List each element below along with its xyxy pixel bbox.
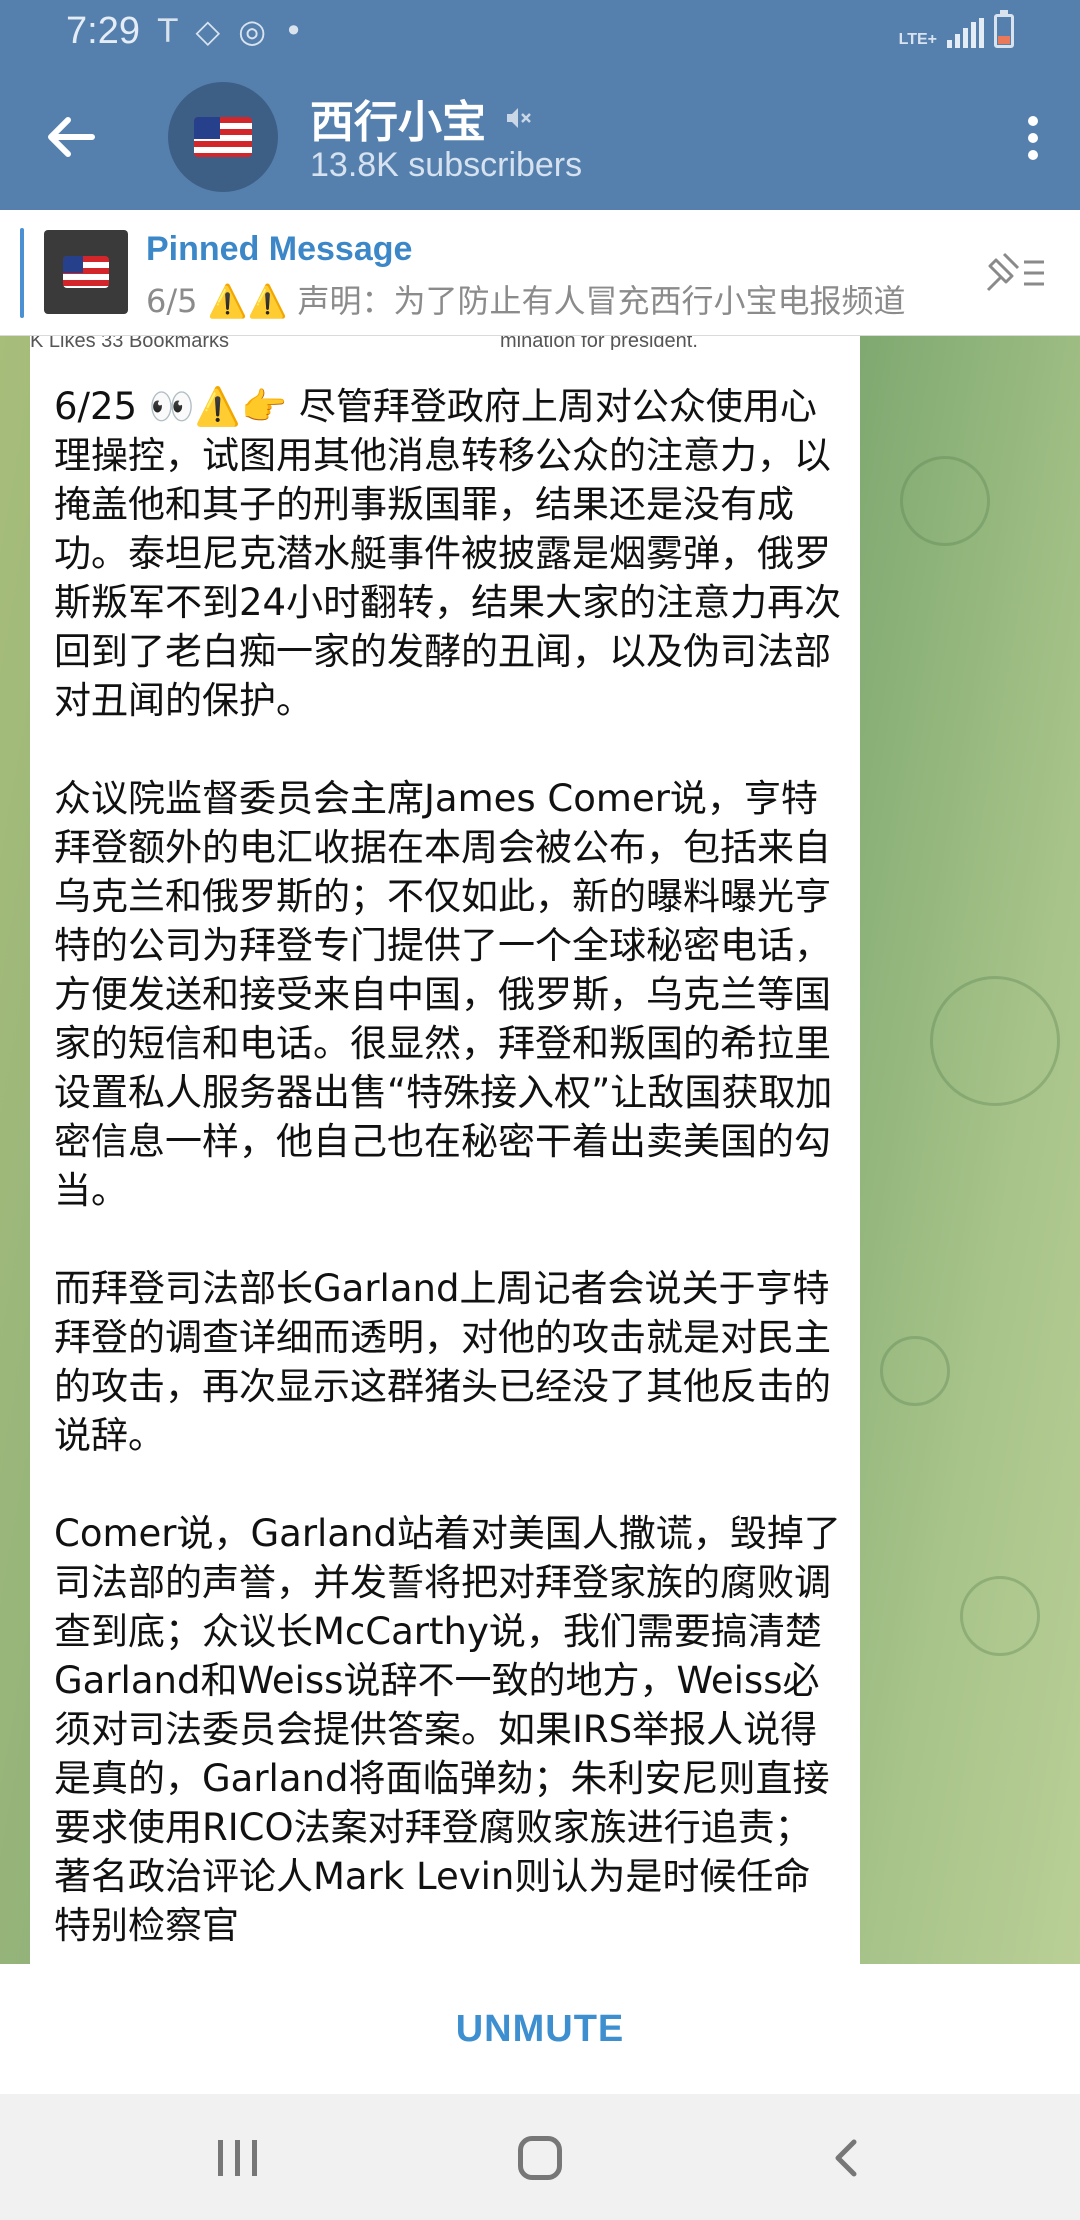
unpin-button[interactable] [982, 248, 1048, 298]
back-button[interactable] [40, 106, 102, 168]
message-text: 6/25 👀⚠️👉 尽管拜登政府上周对公众使用心理操控，试图用其他消息转移公众的… [54, 385, 842, 1947]
title-row[interactable]: 西行小宝 [310, 86, 532, 150]
home-icon[interactable] [518, 2136, 562, 2180]
cropped-embed-left: K Likes 33 Bookmarks [30, 336, 229, 350]
dot-icon: • [284, 12, 303, 50]
status-time: 7:29 [66, 10, 140, 52]
status-bar: 7:29 T ◇ ◎ • LTE+ [0, 0, 1080, 64]
message-bubble[interactable]: K Likes 33 Bookmarks mination for presid… [30, 336, 860, 1964]
pinned-title: Pinned Message [146, 230, 413, 268]
recents-icon[interactable] [218, 2140, 257, 2176]
unmute-bar: UNMUTE [0, 1964, 1080, 2094]
nav-back-icon[interactable] [826, 2136, 870, 2180]
unmute-button[interactable]: UNMUTE [456, 2008, 625, 2051]
wallpaper-doodle [900, 456, 990, 546]
subscriber-count: 13.8K subscribers [310, 146, 583, 184]
wallpaper-doodle [960, 1576, 1040, 1656]
system-nav-bar [0, 2094, 1080, 2220]
pinned-text: 6/5 ⚠️⚠️ 声明：为了防止有人冒充西行小宝电报频道 [146, 282, 906, 320]
pinned-indicator [20, 228, 24, 318]
chat-header: 西行小宝 13.8K subscribers [0, 64, 1080, 210]
tag-icon: ◇ [195, 12, 221, 50]
pinned-message-bar[interactable]: Pinned Message 6/5 ⚠️⚠️ 声明：为了防止有人冒充西行小宝电… [0, 210, 1080, 336]
back-arrow-icon [48, 117, 95, 157]
network-type: LTE+ [898, 31, 937, 48]
sync-icon: ◎ [238, 12, 267, 50]
cropped-embed-right: mination for president. [500, 336, 698, 350]
us-flag-icon [194, 117, 252, 157]
tesla-icon: T [158, 12, 178, 50]
channel-avatar[interactable] [168, 82, 278, 192]
signal-icon [947, 18, 984, 48]
more-vert-icon [1028, 116, 1038, 126]
battery-icon [994, 10, 1014, 48]
mute-icon [507, 108, 531, 128]
chat-area[interactable]: K Likes 33 Bookmarks mination for presid… [0, 336, 1080, 1964]
us-flag-icon [63, 256, 109, 288]
notification-icons: T ◇ ◎ • [158, 12, 303, 50]
unpin-icon [986, 252, 1044, 292]
more-options-button[interactable] [1018, 108, 1048, 168]
channel-title: 西行小宝 [310, 97, 486, 148]
wallpaper-doodle [880, 1336, 950, 1406]
status-right: LTE+ [898, 10, 1014, 48]
wallpaper-doodle [930, 976, 1060, 1106]
pinned-thumbnail [44, 230, 128, 314]
cropped-embed: K Likes 33 Bookmarks mination for presid… [30, 336, 860, 350]
